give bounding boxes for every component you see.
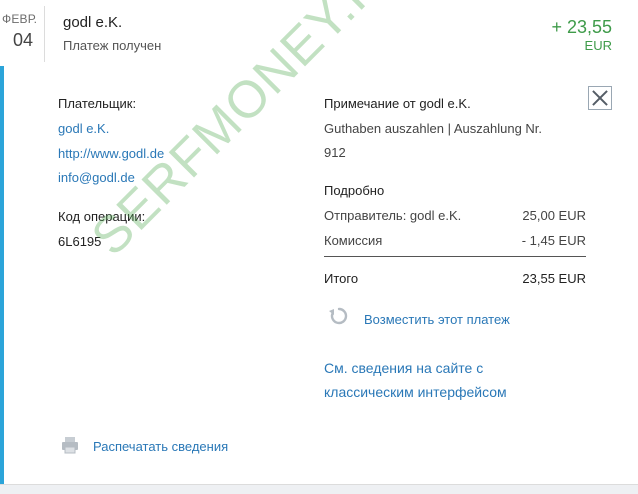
payer-email-link[interactable]: info@godl.de <box>58 170 135 185</box>
transaction-currency: EUR <box>584 38 612 53</box>
classic-view-link-line2[interactable]: классическим интерфейсом <box>324 384 507 400</box>
transaction-status: Платеж получен <box>63 38 162 53</box>
sender-value: 25,00 EUR <box>522 208 586 223</box>
operation-code: 6L6195 <box>58 234 102 249</box>
date-day: 04 <box>13 30 34 50</box>
payer-website-link[interactable]: http://www.godl.de <box>58 146 164 161</box>
print-details-link[interactable]: Распечатать сведения <box>93 439 228 454</box>
date-box: ФЕВР. 04 <box>0 6 45 62</box>
transaction-amount: + 23,55 <box>551 17 612 37</box>
details-label: Подробно <box>324 183 385 198</box>
fee-label: Комиссия <box>324 233 383 248</box>
payer-label: Плательщик: <box>58 96 137 111</box>
refund-link[interactable]: Возместить этот платеж <box>364 312 510 327</box>
total-label: Итого <box>324 271 359 286</box>
note-text-line2: 912 <box>324 145 346 160</box>
classic-view-link-line1[interactable]: См. сведения на сайте с <box>324 360 483 376</box>
date-month: ФЕВР. <box>2 12 38 26</box>
total-value: 23,55 EUR <box>522 271 586 286</box>
merchant-name: godl e.K. <box>63 14 123 31</box>
payer-name-link[interactable]: godl e.K. <box>58 121 109 136</box>
note-label: Примечание от godl e.K. <box>324 96 471 111</box>
printer-icon[interactable] <box>61 436 79 454</box>
refresh-icon[interactable] <box>328 305 350 327</box>
close-icon[interactable] <box>588 86 612 110</box>
sender-label: Отправитель: godl e.K. <box>324 208 462 223</box>
transaction-header[interactable]: ФЕВР. 04 godl e.K. Платеж получен + 23,5… <box>0 0 638 67</box>
total-divider <box>324 256 586 257</box>
note-text-line1: Guthaben auszahlen | Auszahlung Nr. <box>324 121 543 136</box>
operation-code-label: Код операции: <box>58 209 146 224</box>
fee-value: - 1,45 EUR <box>521 233 586 248</box>
